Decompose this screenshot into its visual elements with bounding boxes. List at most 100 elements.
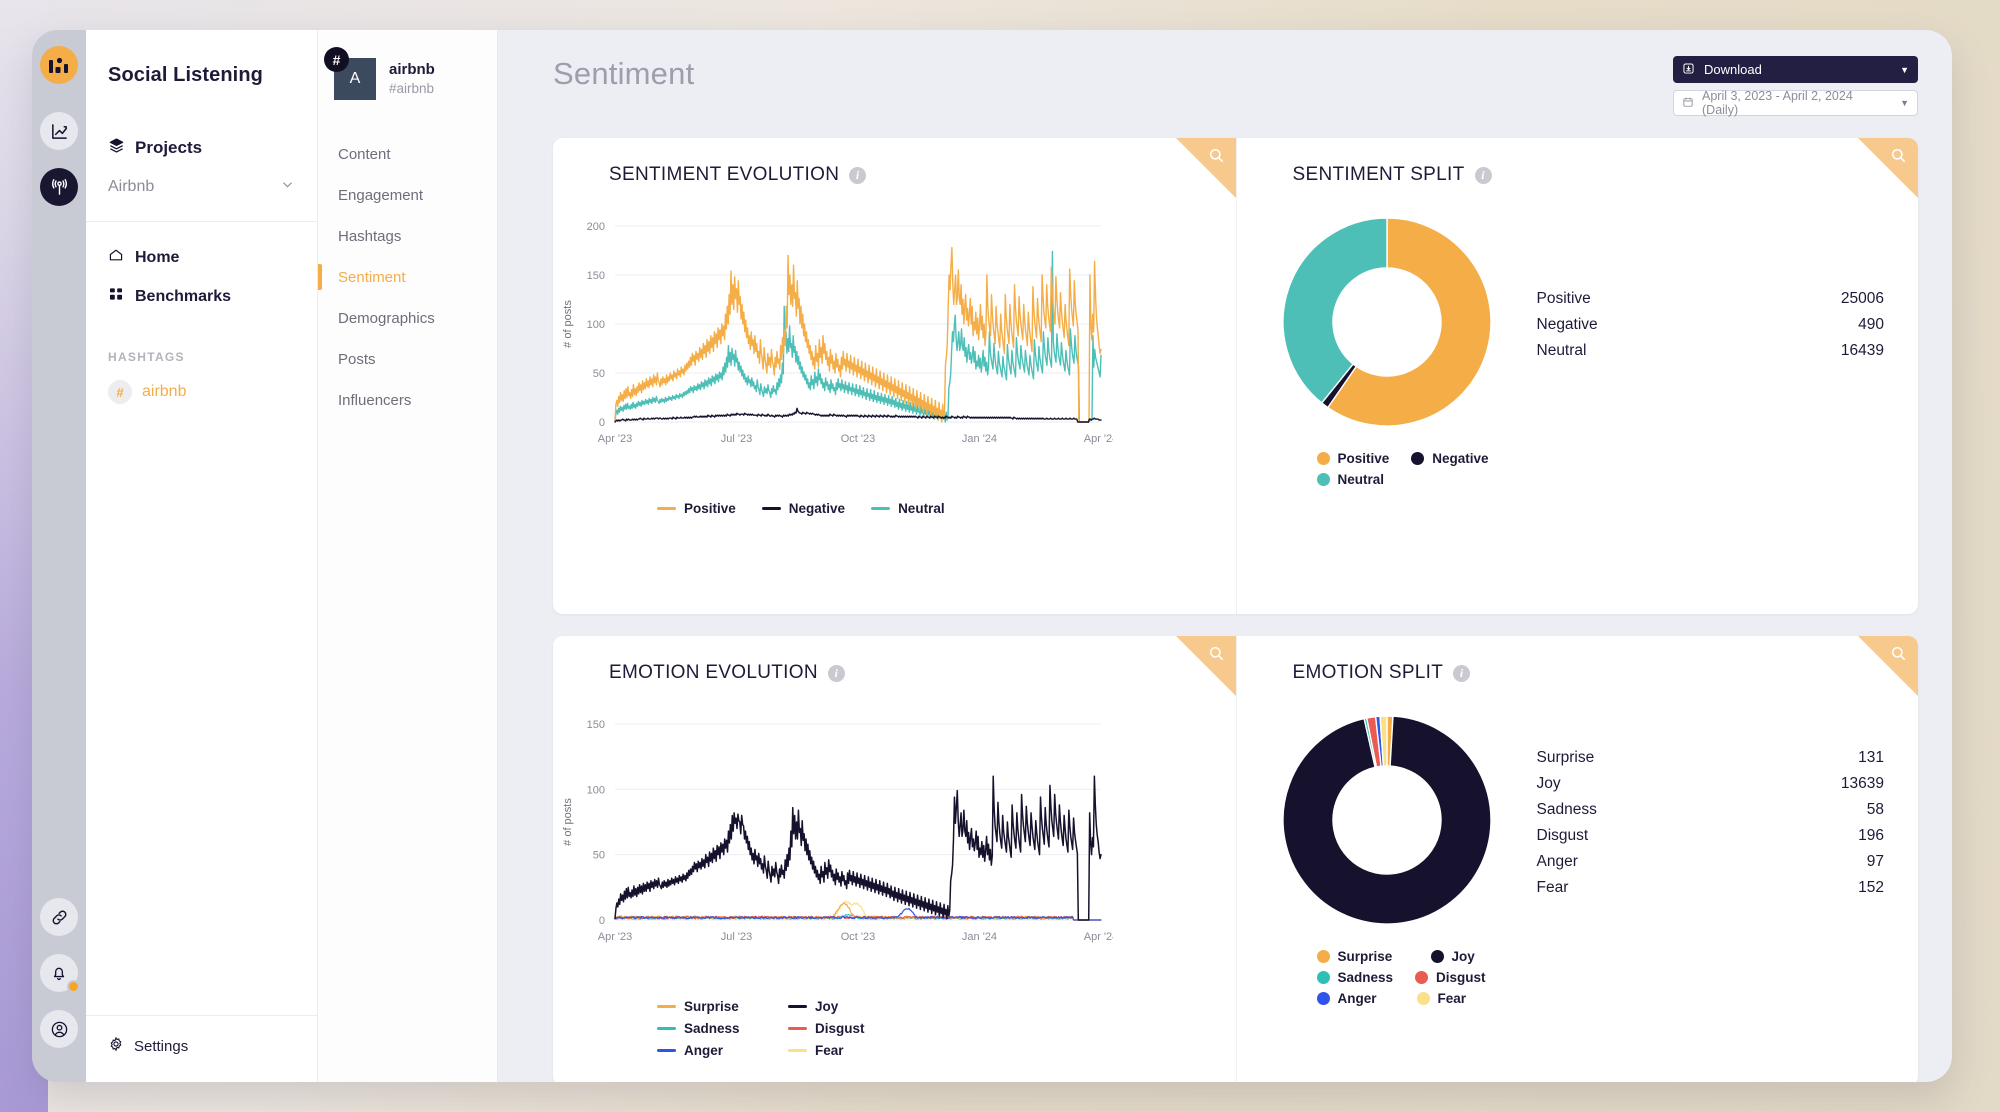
svg-text:Jan '24: Jan '24 (962, 433, 997, 445)
sidebar-footer: Settings (86, 1015, 317, 1082)
svg-text:Oct '23: Oct '23 (841, 433, 876, 445)
legend-item-disgust[interactable]: Disgust (1415, 970, 1507, 985)
value-label: Negative (1536, 315, 1598, 333)
page-title: Sentiment (553, 56, 695, 91)
value-number: 152 (1858, 878, 1884, 896)
sidebar-item-home-label: Home (135, 248, 180, 266)
svg-text:Jan '24: Jan '24 (962, 931, 997, 943)
tab-demographics[interactable]: Demographics (318, 298, 497, 339)
svg-text:100: 100 (587, 784, 605, 796)
expand-chart-button[interactable] (1175, 138, 1236, 198)
legend-item-disgust[interactable]: Disgust (788, 1021, 865, 1036)
svg-text:Jul '23: Jul '23 (721, 931, 752, 943)
svg-text:200: 200 (587, 221, 605, 233)
projects-section: Projects Airbnb (86, 87, 317, 197)
corner-ribbon (1858, 636, 1918, 696)
tab-posts[interactable]: Posts (318, 339, 497, 380)
tab-content[interactable]: Content (318, 134, 497, 175)
sentiment-split-donut (1237, 212, 1497, 437)
panel-title-text: SENTIMENT SPLIT (1292, 164, 1465, 185)
expand-chart-button[interactable] (1175, 636, 1236, 696)
sentiment-evolution-title-row: SENTIMENT EVOLUTION i (553, 164, 1236, 186)
legend-item-anger[interactable]: Anger (657, 1043, 762, 1058)
download-icon (1682, 62, 1695, 78)
analytics-icon[interactable] (40, 112, 78, 150)
legend-swatch-disgust (1415, 971, 1429, 984)
chevron-down-icon: ▼ (1900, 98, 1909, 108)
layers-icon (108, 137, 125, 159)
sidebar-item-benchmarks-label: Benchmarks (135, 287, 232, 305)
legend-label-neutral: Neutral (898, 501, 945, 516)
tab-influencers[interactable]: Influencers (318, 380, 497, 421)
info-icon[interactable]: i (849, 166, 867, 184)
legend-item-sadness[interactable]: Sadness (657, 1021, 762, 1036)
svg-text:150: 150 (587, 719, 605, 731)
entity-name: airbnb (389, 60, 435, 78)
sidebar-item-home[interactable]: Home (108, 238, 295, 277)
legend-label-joy: Joy (815, 999, 839, 1014)
value-label: Surprise (1536, 748, 1595, 766)
legend-label-fear: Fear (815, 1043, 844, 1058)
tab-hashtags[interactable]: Hashtags (318, 216, 497, 257)
legend-item-neutral[interactable]: Neutral (1316, 472, 1384, 487)
legend-item-fear[interactable]: Fear (1416, 991, 1467, 1006)
emotion-evolution-title-row: EMOTION EVOLUTION i (553, 662, 1236, 684)
user-account-icon[interactable] (40, 1010, 78, 1048)
calendar-icon (1682, 96, 1694, 111)
value-number: 97 (1866, 852, 1884, 870)
emotion-evolution-panel: EMOTION EVOLUTION i 0 50 100 150 # of posts A… (553, 636, 1236, 1082)
expand-chart-button[interactable] (1858, 636, 1918, 696)
link-icon[interactable] (40, 898, 78, 936)
value-row-neutral: Neutral 16439 (1537, 338, 1885, 364)
panel-title-text: SENTIMENT EVOLUTION (609, 164, 840, 185)
legend-item-negative[interactable]: Negative (761, 501, 845, 516)
tab-engagement[interactable]: Engagement (318, 175, 497, 216)
legend-swatch-negative (1411, 452, 1425, 465)
download-button[interactable]: Download ▼ (1673, 56, 1918, 83)
notifications-bell-icon[interactable] (40, 954, 80, 993)
legend-item-surprise[interactable]: Surprise (657, 999, 762, 1014)
sentiment-split-body: Positive 25006 Negative 490 Neutral 1643… (1237, 186, 1919, 437)
legend-item-negative[interactable]: Negative (1411, 451, 1489, 466)
value-row-disgust: Disgust 196 (1537, 823, 1885, 849)
emotion-split-body: Surprise 131 Joy 13639 Sadness 58 Disgus… (1237, 684, 1919, 935)
sidebar-item-benchmarks[interactable]: Benchmarks (108, 277, 295, 316)
value-label: Disgust (1536, 826, 1589, 844)
legend-item-neutral[interactable]: Neutral (871, 501, 945, 516)
sentiment-card: SENTIMENT EVOLUTION i 0 50 100 150 200 # of p… (553, 138, 1918, 614)
legend-label-surprise: Surprise (1337, 949, 1393, 964)
avatar-letter: A (349, 70, 361, 87)
legend-swatch-neutral (1316, 473, 1330, 486)
sidebar-item-hashtag-airbnb[interactable]: # airbnb (108, 380, 295, 404)
info-icon[interactable]: i (827, 664, 845, 682)
project-selector[interactable]: Airbnb (108, 177, 295, 197)
info-icon[interactable]: i (1474, 166, 1492, 184)
date-range-picker[interactable]: April 3, 2023 - April 2, 2024 (Daily) ▼ (1673, 89, 1918, 117)
legend-swatch-positive (657, 507, 676, 510)
legend-label-fear: Fear (1437, 991, 1467, 1006)
projects-header[interactable]: Projects (108, 137, 295, 159)
corner-ribbon (1858, 138, 1918, 198)
expand-chart-button[interactable] (1858, 138, 1918, 198)
legend-swatch-surprise (657, 1005, 676, 1008)
social-listening-icon[interactable] (40, 168, 78, 206)
legend-item-joy[interactable]: Joy (1430, 949, 1509, 964)
sentiment-evolution-svg: 0 50 100 150 200 # of posts Apr '23 Jul '23 Oct … (562, 221, 1118, 445)
legend-item-anger[interactable]: Anger (1316, 991, 1395, 1006)
brand-logo-icon[interactable] (40, 46, 78, 84)
legend-item-positive[interactable]: Positive (1316, 451, 1389, 466)
legend-item-surprise[interactable]: Surprise (1316, 949, 1409, 964)
sidebar-item-settings[interactable]: Settings (108, 1036, 295, 1056)
legend-item-sadness[interactable]: Sadness (1316, 970, 1393, 985)
tab-sentiment[interactable]: Sentiment (318, 257, 497, 298)
legend-item-positive[interactable]: Positive (657, 501, 736, 516)
legend-swatch-anger (1316, 992, 1330, 1005)
search-icon (1890, 645, 1907, 667)
emotion-card: EMOTION EVOLUTION i 0 50 100 150 # of posts A… (553, 636, 1918, 1082)
info-icon[interactable]: i (1453, 664, 1471, 682)
value-label: Joy (1536, 774, 1561, 792)
svg-text:Apr '24: Apr '24 (1084, 433, 1113, 445)
grid-icon (108, 286, 124, 307)
legend-item-joy[interactable]: Joy (788, 999, 863, 1014)
legend-item-fear[interactable]: Fear (788, 1043, 863, 1058)
